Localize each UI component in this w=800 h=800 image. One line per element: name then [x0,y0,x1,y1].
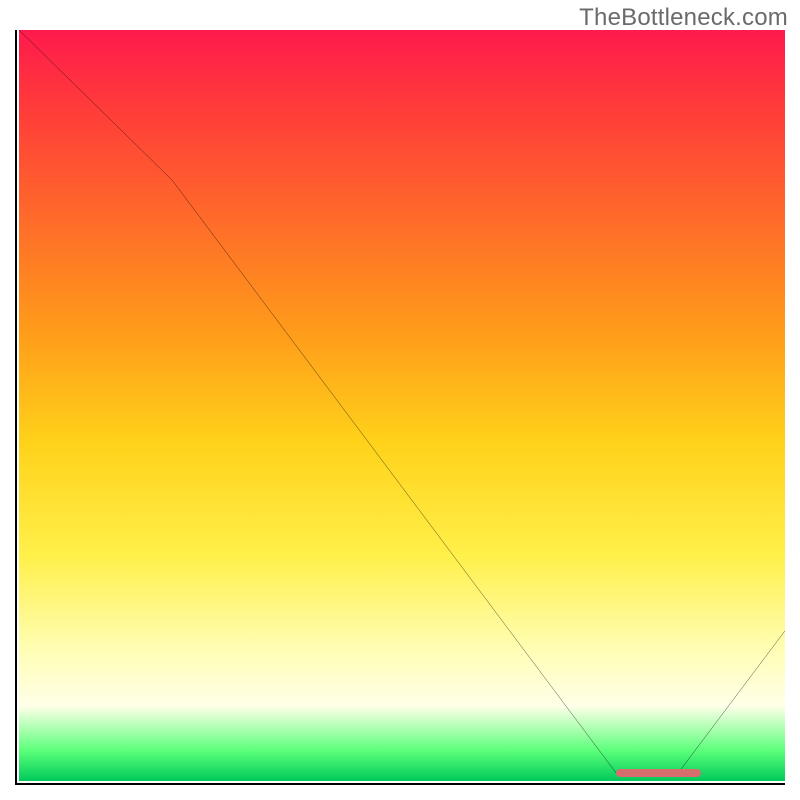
plot-area [15,30,785,785]
bottleneck-curve [19,30,785,781]
watermark-text: TheBottleneck.com [579,4,788,32]
optimal-range-marker [616,769,700,777]
chart-frame: TheBottleneck.com [0,0,800,800]
